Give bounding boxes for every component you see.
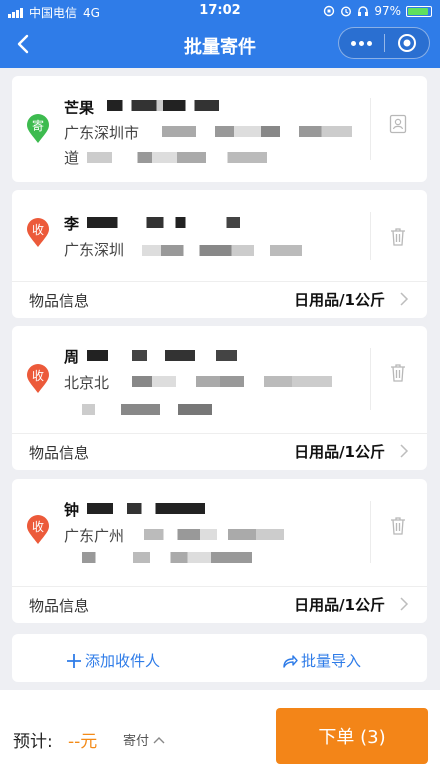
receiver-name: 周 bbox=[64, 348, 80, 366]
receiver-address: 北京北 bbox=[64, 374, 110, 392]
delete-icon[interactable] bbox=[389, 363, 407, 383]
redacted-text bbox=[142, 245, 302, 256]
receiver-badge: 收 bbox=[32, 369, 44, 383]
goods-info-value: 日用品/1公斤 bbox=[294, 443, 385, 461]
receiver-address: 广东广州 bbox=[64, 527, 125, 545]
redacted-text bbox=[87, 152, 267, 163]
receiver-card[interactable]: 收 李 广东深圳 物品信息 日用品/1公斤 bbox=[12, 190, 427, 318]
sender-card[interactable]: 寄 芒果 广东深圳市 道 bbox=[12, 76, 427, 182]
headphones-icon bbox=[358, 6, 369, 16]
receiver-badge: 收 bbox=[32, 520, 44, 534]
redacted-text bbox=[87, 217, 257, 228]
share-arrow-icon bbox=[283, 654, 298, 668]
redacted-text bbox=[87, 350, 237, 361]
estimated-price: --元 bbox=[68, 732, 98, 752]
sender-badge: 寄 bbox=[32, 118, 44, 133]
goods-info-label: 物品信息 bbox=[29, 597, 90, 615]
plus-icon bbox=[67, 653, 81, 668]
goods-info-row[interactable]: 物品信息 日用品/1公斤 bbox=[12, 281, 427, 317]
batch-import-label: 批量导入 bbox=[301, 652, 362, 670]
goods-info-label: 物品信息 bbox=[29, 292, 90, 310]
receiver-badge: 收 bbox=[32, 223, 44, 237]
bulk-actions-bar: 添加收件人 批量导入 bbox=[12, 634, 427, 682]
goods-info-row[interactable]: 物品信息 日用品/1公斤 bbox=[12, 586, 427, 622]
mini-program-capsule bbox=[338, 27, 430, 59]
chevron-right-icon bbox=[400, 292, 409, 306]
sender-pin-icon: 寄 bbox=[27, 114, 49, 143]
receiver-pin-icon: 收 bbox=[27, 515, 49, 544]
close-mini-program-button[interactable] bbox=[385, 33, 429, 53]
delete-icon[interactable] bbox=[389, 227, 407, 247]
receiver-pin-icon: 收 bbox=[27, 364, 49, 393]
receiver-address: 广东深圳 bbox=[64, 241, 125, 259]
redacted-text bbox=[82, 404, 212, 415]
goods-info-label: 物品信息 bbox=[29, 444, 90, 462]
redacted-text bbox=[144, 529, 284, 540]
alarm-icon bbox=[341, 6, 352, 17]
batch-import-button[interactable]: 批量导入 bbox=[282, 650, 361, 671]
goods-info-value: 日用品/1公斤 bbox=[294, 596, 385, 614]
payment-method-label: 寄付 bbox=[123, 734, 150, 749]
add-receiver-label: 添加收件人 bbox=[85, 652, 161, 670]
battery-percent: 97% bbox=[374, 4, 401, 18]
sender-address-line1: 广东深圳市 bbox=[64, 124, 140, 142]
target-close-icon bbox=[397, 34, 416, 52]
redacted-text bbox=[82, 552, 252, 563]
place-order-button[interactable]: 下单 (3) bbox=[276, 708, 428, 764]
receiver-card[interactable]: 收 周 北京北 物品信息 日用品/1公斤 bbox=[12, 326, 427, 470]
status-bar: 中国电信 4G 17:02 97% bbox=[0, 0, 440, 22]
estimate-label: 预计: bbox=[13, 732, 53, 752]
sender-name: 芒果 bbox=[64, 99, 95, 117]
receiver-name: 钟 bbox=[64, 501, 80, 519]
receiver-card[interactable]: 收 钟 广东广州 物品信息 日用品/1公斤 bbox=[12, 479, 427, 623]
top-bar: 中国电信 4G 17:02 97% 批量寄件 bbox=[0, 0, 440, 68]
delete-icon[interactable] bbox=[389, 516, 407, 536]
redacted-text bbox=[87, 503, 205, 514]
battery-icon bbox=[406, 5, 432, 17]
add-receiver-button[interactable]: 添加收件人 bbox=[66, 650, 160, 671]
more-menu-button[interactable] bbox=[339, 40, 384, 46]
goods-info-row[interactable]: 物品信息 日用品/1公斤 bbox=[12, 433, 427, 469]
payment-method-toggle[interactable]: 寄付 bbox=[123, 730, 165, 749]
chevron-right-icon bbox=[400, 597, 409, 611]
goods-info-value: 日用品/1公斤 bbox=[294, 291, 385, 309]
receiver-pin-icon: 收 bbox=[27, 218, 49, 247]
chevron-up-icon bbox=[153, 736, 165, 743]
order-footer: 预计: --元 寄付 下单 (3) bbox=[0, 690, 440, 782]
sender-address-line2: 道 bbox=[64, 149, 80, 167]
orientation-lock-icon bbox=[324, 5, 335, 17]
redacted-text bbox=[162, 126, 352, 137]
receiver-name: 李 bbox=[64, 215, 80, 233]
address-book-icon[interactable] bbox=[389, 114, 407, 134]
redacted-text bbox=[107, 100, 219, 111]
chevron-right-icon bbox=[400, 444, 409, 458]
redacted-text bbox=[132, 376, 332, 387]
